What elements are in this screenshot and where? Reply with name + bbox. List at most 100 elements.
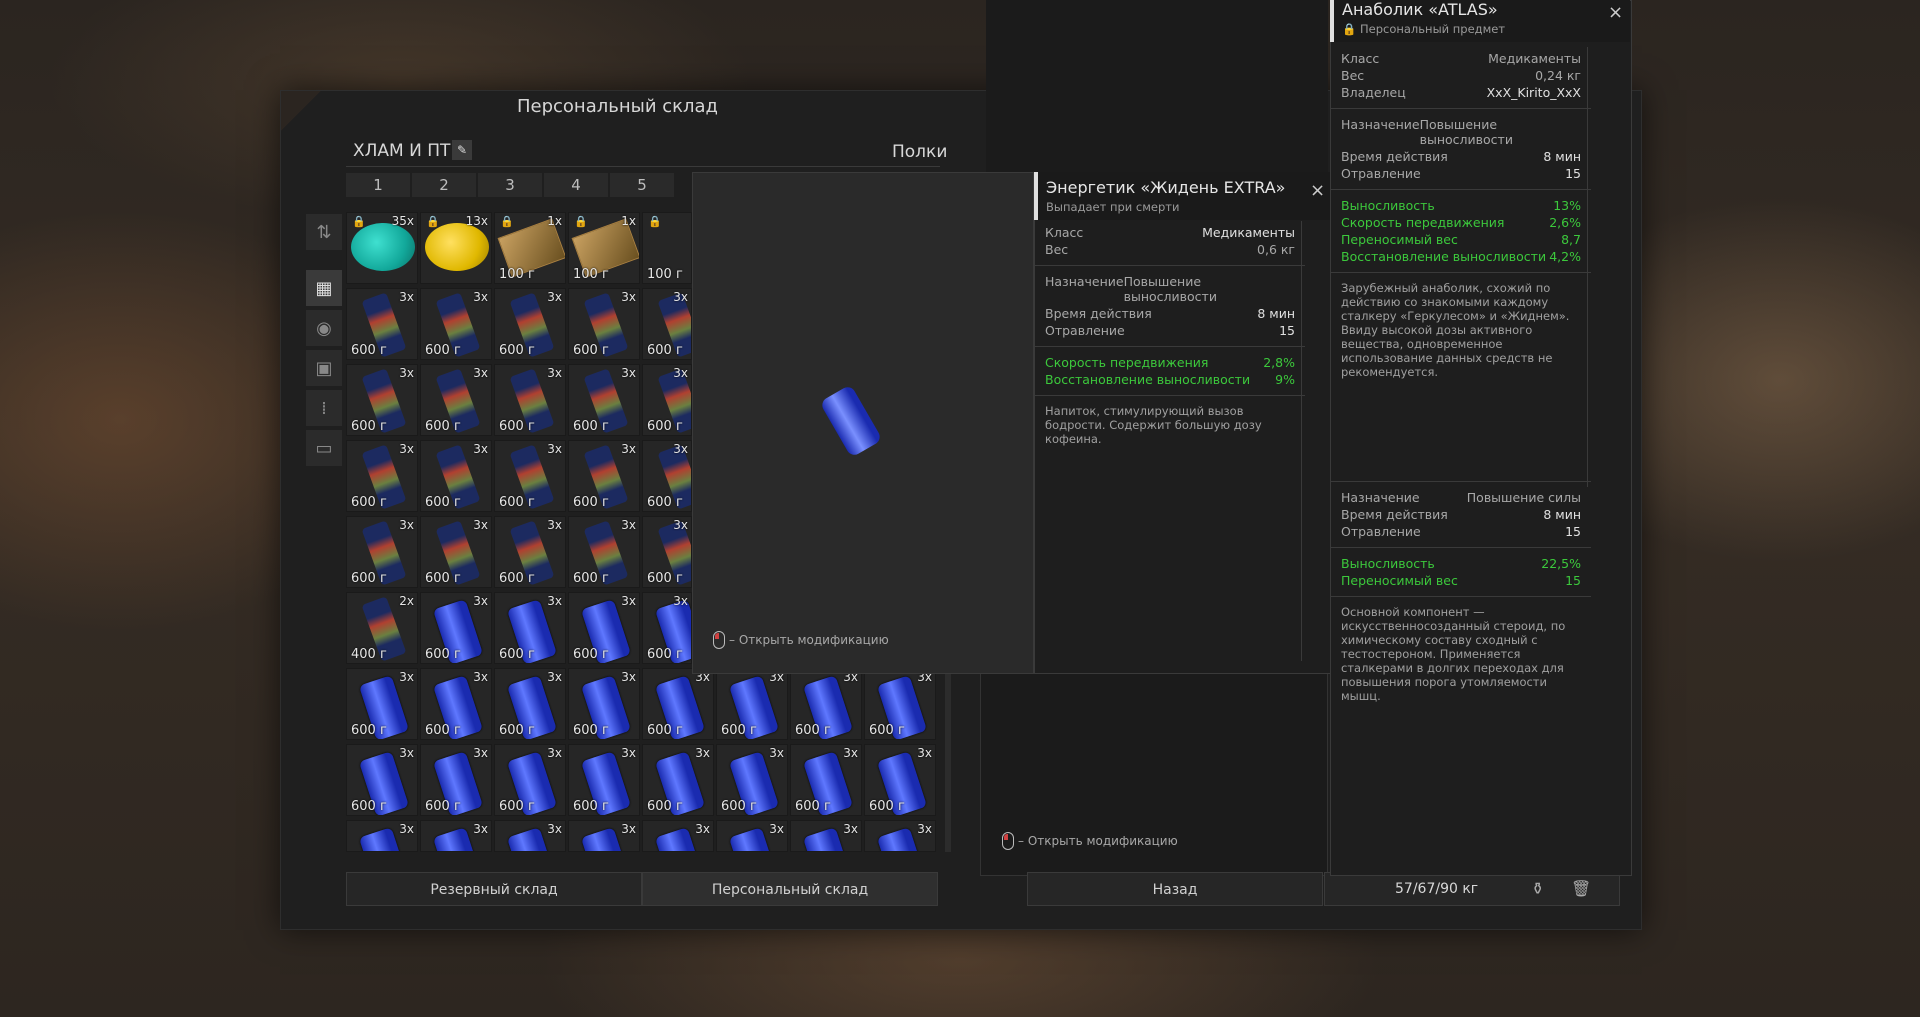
column-header[interactable]: 4 (544, 173, 608, 197)
inventory-cell-bottle[interactable]: 3x 600 г (642, 288, 692, 360)
inventory-cell-can[interactable]: 3x 600 г (864, 744, 936, 816)
inventory-cell-can[interactable]: 3x (420, 820, 492, 852)
kettlebell-icon[interactable]: ⚱ (1531, 879, 1544, 898)
inventory-cell-bottle[interactable]: 3x 600 г (420, 440, 492, 512)
inventory-cell-bottle[interactable]: 3x 600 г (568, 516, 640, 588)
inventory-cell-bottle[interactable]: 3x 600 г (420, 516, 492, 588)
inventory-cell-bottle[interactable]: 3x 600 г (642, 364, 692, 436)
inventory-cell-can[interactable]: 3x (568, 820, 640, 852)
item-weight: 600 г (647, 571, 683, 586)
shelves-button[interactable]: Полки (892, 142, 947, 162)
item-count: 3x (473, 518, 488, 532)
mouse-icon (1002, 832, 1014, 850)
inventory-cell-can[interactable]: 3x 600 г (568, 592, 640, 664)
inventory-cell-can[interactable]: 3x 600 г (420, 592, 492, 664)
inventory-cell-can[interactable]: 3x 600 г (864, 668, 936, 740)
inventory-cell-bottle[interactable]: 3x 600 г (568, 288, 640, 360)
energy-stats: Класс Медикаменты Вес 0,6 кг Назначение Пов… (1035, 225, 1305, 446)
inventory-cell-can[interactable]: 3x 600 г (568, 668, 640, 740)
item-count: 3x (673, 518, 688, 532)
item-count: 3x (843, 822, 858, 836)
purpose-value: Повышение выносливости (1419, 117, 1513, 147)
inventory-cell-can[interactable]: 3x 600 г (568, 744, 640, 816)
lock-icon: 🔒 (426, 215, 440, 228)
inventory-cell-can[interactable]: 3x (346, 820, 418, 852)
camera-icon[interactable]: ▣ (306, 350, 342, 386)
inventory-cell-bottle[interactable]: 3x 600 г (346, 516, 418, 588)
inventory-cell-can[interactable]: 3x (864, 820, 936, 852)
trash-icon[interactable]: 🗑 (1571, 879, 1591, 898)
inventory-cell-can[interactable]: 3x 600 г (420, 744, 492, 816)
inventory-cell-bottle[interactable]: 3x 600 г (420, 364, 492, 436)
item-count: 3x (673, 442, 688, 456)
inventory-cell-bottle[interactable]: 3x 600 г (346, 288, 418, 360)
item-count: 3x (621, 366, 636, 380)
ammo-icon[interactable]: ⁞ (306, 390, 342, 426)
item-weight: 600 г (647, 799, 683, 814)
item-count: 3x (399, 670, 414, 684)
inventory-cell-bottle[interactable]: 3x 600 г (494, 516, 566, 588)
inventory-cell-can[interactable]: 3x (716, 820, 788, 852)
inventory-cell-item[interactable]: 🔒 100 г (642, 212, 692, 284)
back-button[interactable]: Назад (1027, 872, 1323, 906)
artifact-icon[interactable]: ◉ (306, 310, 342, 346)
item-weight: 600 г (351, 571, 387, 586)
inventory-cell-can[interactable]: 3x 600 г (346, 744, 418, 816)
inventory-cell-card[interactable]: 🔒 1x 100 г (494, 212, 566, 284)
inventory-cell-can[interactable]: 3x 600 г (346, 668, 418, 740)
inventory-cell-can[interactable]: 3x 600 г (420, 668, 492, 740)
sort-icon[interactable]: ⇅ (306, 214, 342, 250)
column-header[interactable]: 3 (478, 173, 542, 197)
grid-icon[interactable]: ▦ (306, 270, 342, 306)
column-header[interactable]: 5 (610, 173, 674, 197)
stat-label: Переносимый вес (1341, 573, 1458, 588)
column-header[interactable]: 2 (412, 173, 476, 197)
inventory-cell-bottle[interactable]: 3x 600 г (568, 440, 640, 512)
inventory-cell-bottle[interactable]: 3x 600 г (568, 364, 640, 436)
inventory-cell-can[interactable]: 3x 600 г (494, 592, 566, 664)
inventory-cell-teal-coins[interactable]: 🔒 35x (346, 212, 418, 284)
inventory-cell-can[interactable]: 3x 600 г (716, 668, 788, 740)
popup-scrollbar[interactable] (1587, 47, 1588, 487)
inventory-cell-bottle[interactable]: 3x 600 г (494, 288, 566, 360)
inventory-cell-bottle[interactable]: 3x 600 г (494, 440, 566, 512)
inventory-cell-can[interactable]: 3x 600 г (790, 668, 862, 740)
atlas-info-panel: Класс Медикаменты Вес 0,24 кг Владелец XxX_… (1330, 0, 1632, 876)
item-weight: 600 г (573, 343, 609, 358)
inventory-cell-bottle[interactable]: 3x 600 г (642, 440, 692, 512)
inventory-cell-bottle[interactable]: 2x 400 г (346, 592, 418, 664)
inventory-cell-bottle[interactable]: 3x 600 г (642, 516, 692, 588)
inventory-cell-can[interactable]: 3x 600 г (790, 744, 862, 816)
item-count: 13x (465, 214, 488, 228)
personal-storage-tab[interactable]: Персональный склад (642, 872, 938, 906)
inventory-cell-bottle[interactable]: 3x 600 г (494, 364, 566, 436)
inventory-cell-can[interactable]: 3x (790, 820, 862, 852)
inventory-cell-can[interactable]: 3x 600 г (642, 744, 714, 816)
column-header[interactable]: 1 (346, 173, 410, 197)
inventory-cell-yellow-coins[interactable]: 🔒 13x (420, 212, 492, 284)
inventory-cell-bottle[interactable]: 3x 600 г (420, 288, 492, 360)
item-count: 3x (473, 594, 488, 608)
duration-label: Время действия (1045, 306, 1152, 321)
inventory-cell-can[interactable]: 3x 600 г (642, 668, 714, 740)
box-icon[interactable]: ▭ (306, 430, 342, 466)
item-count: 3x (399, 366, 414, 380)
inventory-cell-card[interactable]: 🔒 1x 100 г (568, 212, 640, 284)
inventory-cell-can[interactable]: 3x 600 г (494, 668, 566, 740)
inventory-cell-can[interactable]: 3x 600 г (716, 744, 788, 816)
item-weight: 600 г (351, 419, 387, 434)
close-icon[interactable]: × (1608, 2, 1623, 23)
edit-icon[interactable]: ✎ (452, 140, 472, 160)
stat-value: 9% (1275, 372, 1295, 387)
inventory-cell-can[interactable]: 3x (494, 820, 566, 852)
poison-label: Отравление (1341, 166, 1421, 181)
inventory-cell-bottle[interactable]: 3x 600 г (346, 440, 418, 512)
reserve-storage-tab[interactable]: Резервный склад (346, 872, 642, 906)
stat-label: Выносливость (1341, 198, 1435, 213)
inventory-cell-bottle[interactable]: 3x 600 г (346, 364, 418, 436)
popup-scrollbar[interactable] (1301, 221, 1302, 661)
inventory-cell-can[interactable]: 3x 600 г (494, 744, 566, 816)
close-icon[interactable]: × (1310, 180, 1325, 201)
inventory-cell-can[interactable]: 3x (642, 820, 714, 852)
inventory-cell-can[interactable]: 3x 600 г (642, 592, 692, 664)
